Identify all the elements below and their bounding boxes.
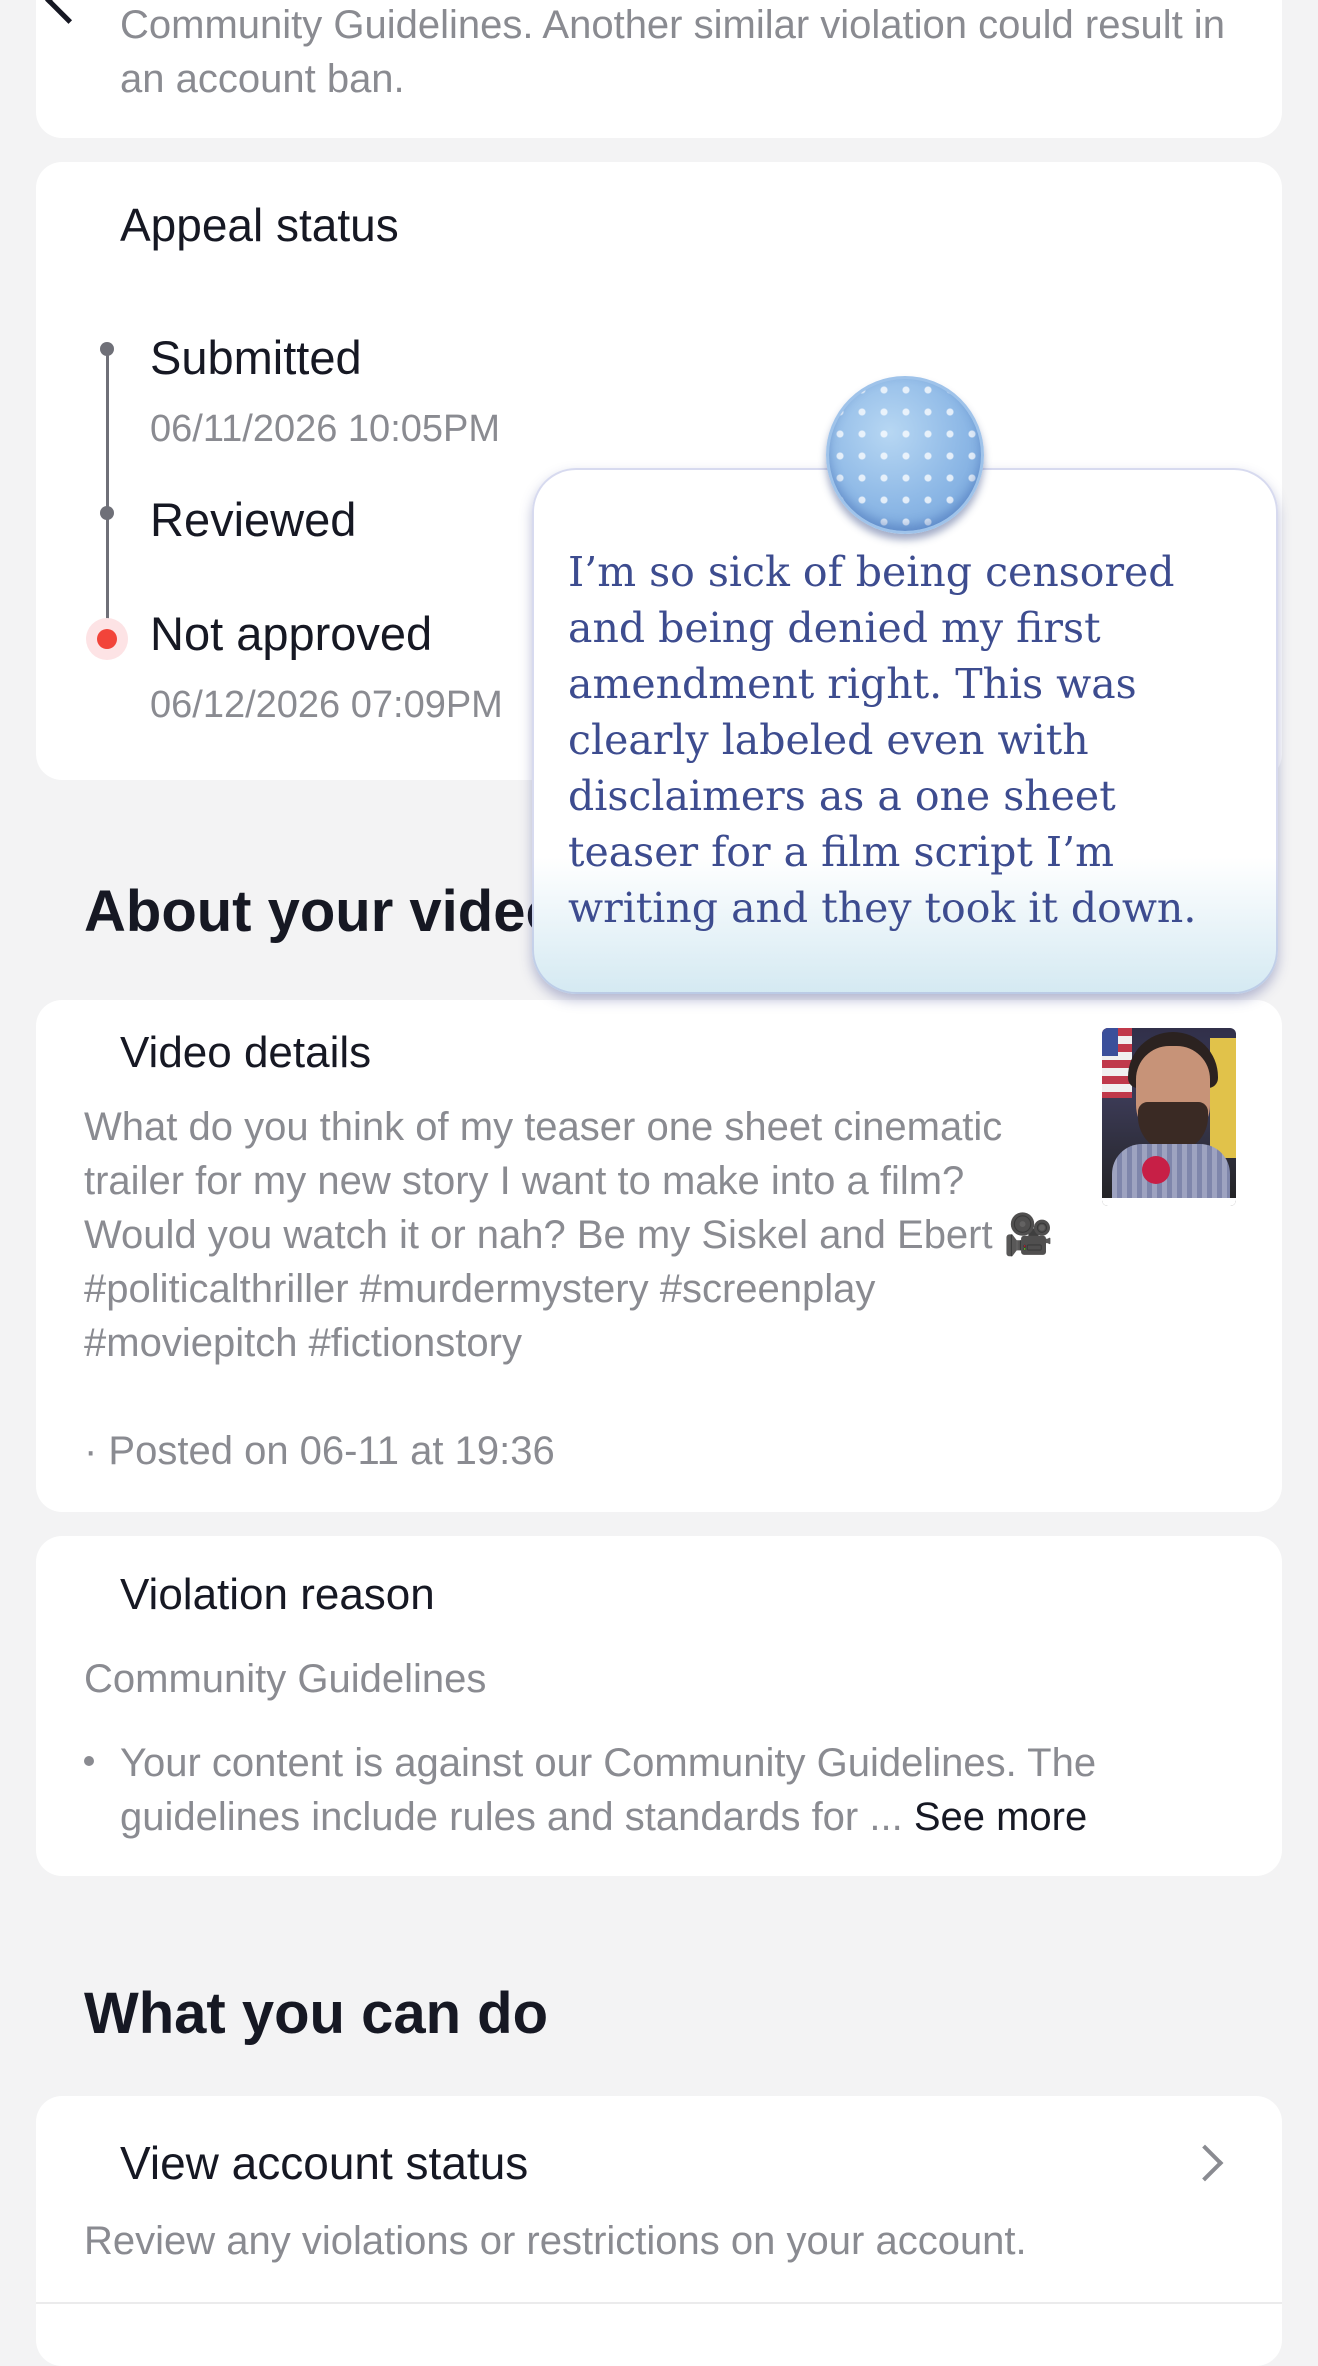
view-account-status-title: View account status: [120, 2137, 529, 2189]
step-not-approved-time: 06/12/2026 07:09PM: [150, 684, 503, 726]
divider: [36, 2302, 1282, 2304]
step-submitted-time: 06/11/2026 10:05PM: [150, 408, 501, 450]
timeline-dot-not-approved: [86, 618, 128, 660]
notice-card: Community Guidelines. Another similar vi…: [36, 0, 1282, 138]
timeline-dot-submitted: [100, 342, 114, 356]
timeline-dot-reviewed: [100, 506, 114, 520]
video-description: What do you think of my teaser one sheet…: [84, 1105, 1054, 1365]
step-not-approved-label: Not approved: [150, 607, 433, 660]
step-submitted-label: Submitted: [150, 331, 362, 384]
video-posted-date: · Posted on 06-11 at 19:36: [84, 1429, 555, 1473]
view-account-status-subtitle: Review any violations or restrictions on…: [84, 2219, 1027, 2263]
bullet-icon: [84, 1756, 94, 1766]
bubble-orb-icon: [826, 376, 984, 534]
violation-reason-title: Violation reason: [120, 1570, 435, 1619]
step-reviewed-label: Reviewed: [150, 493, 357, 546]
video-thumbnail[interactable]: [1102, 1028, 1236, 1206]
violation-description-wrap: Your content is against our Community Gu…: [120, 1736, 1230, 1844]
speech-bubble-text: I’m so sick of being censored and being …: [568, 548, 1197, 932]
appeal-status-title: Appeal status: [120, 199, 399, 251]
see-more-link[interactable]: See more: [914, 1795, 1087, 1839]
what-you-can-do-title: What you can do: [84, 1981, 548, 2046]
notice-text: Community Guidelines. Another similar vi…: [120, 3, 1225, 101]
about-video-title: About your video: [84, 879, 561, 944]
speech-bubble-overlay: I’m so sick of being censored and being …: [532, 468, 1278, 994]
video-details-title: Video details: [120, 1028, 372, 1077]
violation-category: Community Guidelines: [84, 1657, 487, 1701]
timeline-line: [106, 350, 109, 622]
